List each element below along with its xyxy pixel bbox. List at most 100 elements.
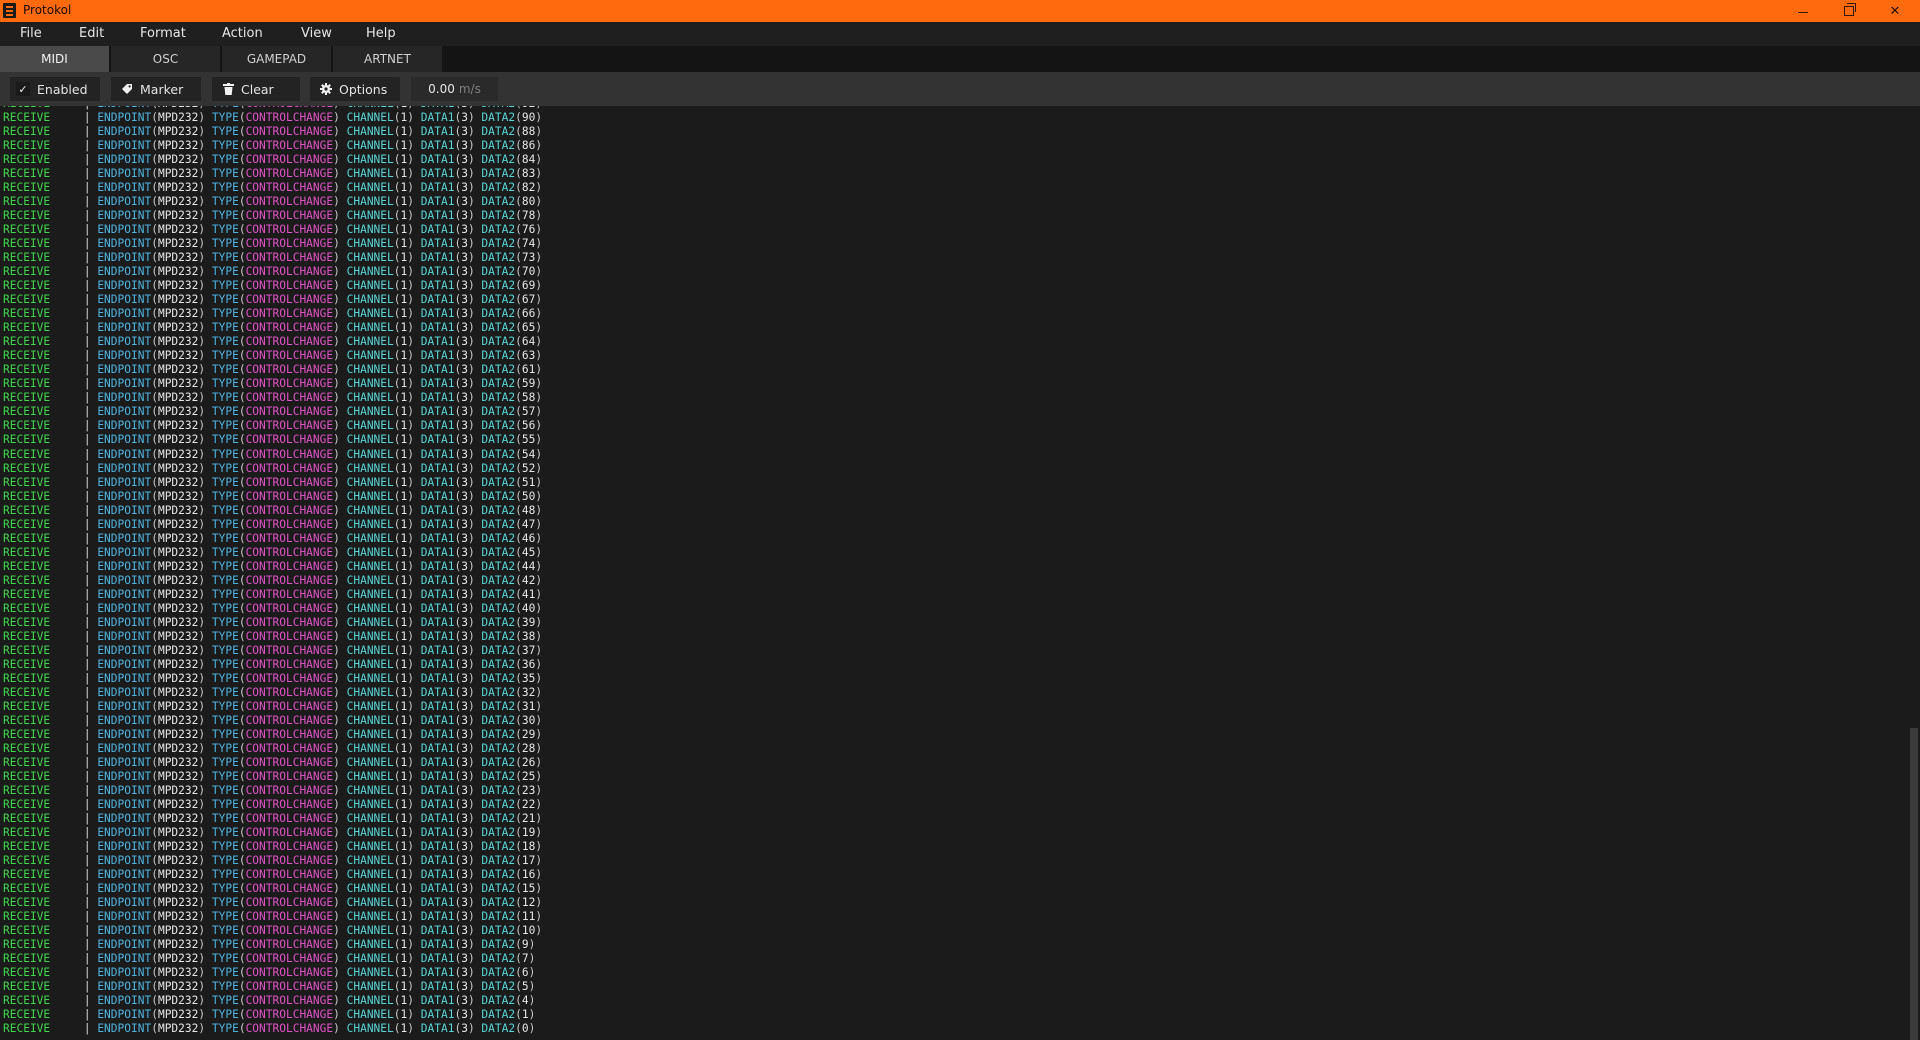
log-row[interactable]: RECEIVE | ENDPOINT(MPD232) TYPE(CONTROLC…	[3, 742, 542, 756]
log-row[interactable]: RECEIVE | ENDPOINT(MPD232) TYPE(CONTROLC…	[3, 938, 535, 952]
scrollbar-thumb[interactable]	[1910, 728, 1918, 1040]
log-row[interactable]: RECEIVE | ENDPOINT(MPD232) TYPE(CONTROLC…	[3, 714, 542, 728]
log-row[interactable]: RECEIVE | ENDPOINT(MPD232) TYPE(CONTROLC…	[3, 882, 542, 896]
log-row[interactable]: RECEIVE | ENDPOINT(MPD232) TYPE(CONTROLC…	[3, 896, 542, 910]
log-row[interactable]: RECEIVE | ENDPOINT(MPD232) TYPE(CONTROLC…	[3, 307, 542, 321]
log-row[interactable]: RECEIVE | ENDPOINT(MPD232) TYPE(CONTROLC…	[3, 728, 542, 742]
log-row[interactable]: RECEIVE | ENDPOINT(MPD232) TYPE(CONTROLC…	[3, 419, 542, 433]
log-row[interactable]: RECEIVE | ENDPOINT(MPD232) TYPE(CONTROLC…	[3, 602, 542, 616]
app-menu-icon[interactable]	[3, 3, 16, 18]
log-row[interactable]: RECEIVE | ENDPOINT(MPD232) TYPE(CONTROLC…	[3, 377, 542, 391]
message-log[interactable]: RECEIVE | ENDPOINT(MPD232) TYPE(CONTROLC…	[0, 106, 1908, 1040]
log-row[interactable]: RECEIVE | ENDPOINT(MPD232) TYPE(CONTROLC…	[3, 391, 542, 405]
log-type: CONTROLCHANGE	[245, 769, 334, 783]
log-row[interactable]: RECEIVE | ENDPOINT(MPD232) TYPE(CONTROLC…	[3, 349, 542, 363]
log-row[interactable]: RECEIVE | ENDPOINT(MPD232) TYPE(CONTROLC…	[3, 223, 542, 237]
log-row[interactable]: RECEIVE | ENDPOINT(MPD232) TYPE(CONTROLC…	[3, 1008, 535, 1022]
menu-file[interactable]: File	[20, 26, 42, 41]
menu-help[interactable]: Help	[366, 26, 396, 41]
options-button[interactable]: Options	[310, 77, 400, 101]
log-row[interactable]: RECEIVE | ENDPOINT(MPD232) TYPE(CONTROLC…	[3, 448, 542, 462]
enabled-toggle[interactable]: ✓ Enabled	[10, 77, 100, 101]
log-row[interactable]: RECEIVE | ENDPOINT(MPD232) TYPE(CONTROLC…	[3, 658, 542, 672]
log-paren: (	[515, 812, 522, 826]
menu-action[interactable]: Action	[222, 26, 263, 41]
log-row[interactable]: RECEIVE | ENDPOINT(MPD232) TYPE(CONTROLC…	[3, 826, 542, 840]
log-paren: )	[198, 868, 212, 882]
log-row[interactable]: RECEIVE | ENDPOINT(MPD232) TYPE(CONTROLC…	[3, 574, 542, 588]
log-row[interactable]: RECEIVE | ENDPOINT(MPD232) TYPE(CONTROLC…	[3, 560, 542, 574]
log-data2-key: DATA2	[481, 237, 516, 251]
log-row[interactable]: RECEIVE | ENDPOINT(MPD232) TYPE(CONTROLC…	[3, 700, 542, 714]
log-row[interactable]: RECEIVE | ENDPOINT(MPD232) TYPE(CONTROLC…	[3, 952, 535, 966]
tab-gamepad[interactable]: GAMEPAD	[222, 46, 332, 72]
log-row[interactable]: RECEIVE | ENDPOINT(MPD232) TYPE(CONTROLC…	[3, 686, 542, 700]
log-row[interactable]: RECEIVE | ENDPOINT(MPD232) TYPE(CONTROLC…	[3, 125, 542, 139]
log-row[interactable]: RECEIVE | ENDPOINT(MPD232) TYPE(CONTROLC…	[3, 588, 542, 602]
log-row[interactable]: RECEIVE | ENDPOINT(MPD232) TYPE(CONTROLC…	[3, 433, 542, 447]
log-row[interactable]: RECEIVE | ENDPOINT(MPD232) TYPE(CONTROLC…	[3, 994, 535, 1008]
log-row[interactable]: RECEIVE | ENDPOINT(MPD232) TYPE(CONTROLC…	[3, 784, 542, 798]
log-row[interactable]: RECEIVE | ENDPOINT(MPD232) TYPE(CONTROLC…	[3, 518, 542, 532]
log-paren: )	[535, 503, 543, 517]
log-row[interactable]: RECEIVE | ENDPOINT(MPD232) TYPE(CONTROLC…	[3, 840, 542, 854]
log-row[interactable]: RECEIVE | ENDPOINT(MPD232) TYPE(CONTROLC…	[3, 181, 542, 195]
log-row[interactable]: RECEIVE | ENDPOINT(MPD232) TYPE(CONTROLC…	[3, 546, 542, 560]
log-paren: )	[535, 657, 543, 671]
log-row[interactable]: RECEIVE | ENDPOINT(MPD232) TYPE(CONTROLC…	[3, 672, 542, 686]
log-row[interactable]: RECEIVE | ENDPOINT(MPD232) TYPE(CONTROLC…	[3, 616, 542, 630]
log-row[interactable]: RECEIVE | ENDPOINT(MPD232) TYPE(CONTROLC…	[3, 798, 542, 812]
log-paren: )	[535, 125, 543, 139]
close-button[interactable]: ✕	[1872, 0, 1918, 22]
log-row[interactable]: RECEIVE | ENDPOINT(MPD232) TYPE(CONTROLC…	[3, 265, 542, 279]
log-row[interactable]: RECEIVE | ENDPOINT(MPD232) TYPE(CONTROLC…	[3, 770, 542, 784]
log-paren: )	[333, 447, 347, 461]
marker-button[interactable]: Marker	[111, 77, 201, 101]
log-row[interactable]: RECEIVE | ENDPOINT(MPD232) TYPE(CONTROLC…	[3, 924, 542, 938]
title-bar[interactable]: Protokol ✕	[0, 0, 1920, 22]
log-row[interactable]: RECEIVE | ENDPOINT(MPD232) TYPE(CONTROLC…	[3, 195, 542, 209]
log-row[interactable]: RECEIVE | ENDPOINT(MPD232) TYPE(CONTROLC…	[3, 910, 542, 924]
log-scrollbar[interactable]	[1908, 106, 1920, 1040]
log-data1-key: DATA1	[420, 812, 455, 826]
menu-edit[interactable]: Edit	[79, 26, 104, 41]
clear-button[interactable]: Clear	[212, 77, 300, 101]
log-row[interactable]: RECEIVE | ENDPOINT(MPD232) TYPE(CONTROLC…	[3, 756, 542, 770]
log-endpoint: MPD232	[157, 573, 199, 587]
log-row[interactable]: RECEIVE | ENDPOINT(MPD232) TYPE(CONTROLC…	[3, 504, 542, 518]
log-row[interactable]: RECEIVE | ENDPOINT(MPD232) TYPE(CONTROLC…	[3, 476, 542, 490]
log-row[interactable]: RECEIVE | ENDPOINT(MPD232) TYPE(CONTROLC…	[3, 321, 542, 335]
log-row[interactable]: RECEIVE | ENDPOINT(MPD232) TYPE(CONTROLC…	[3, 153, 542, 167]
tab-artnet[interactable]: ARTNET	[333, 46, 443, 72]
tab-midi[interactable]: MIDI	[0, 46, 110, 72]
log-row[interactable]: RECEIVE | ENDPOINT(MPD232) TYPE(CONTROLC…	[3, 462, 542, 476]
log-row[interactable]: RECEIVE | ENDPOINT(MPD232) TYPE(CONTROLC…	[3, 490, 542, 504]
log-channel-key: CHANNEL	[346, 826, 394, 840]
log-row[interactable]: RECEIVE | ENDPOINT(MPD232) TYPE(CONTROLC…	[3, 868, 542, 882]
tab-osc[interactable]: OSC	[111, 46, 221, 72]
log-row[interactable]: RECEIVE | ENDPOINT(MPD232) TYPE(CONTROLC…	[3, 644, 542, 658]
log-row[interactable]: RECEIVE | ENDPOINT(MPD232) TYPE(CONTROLC…	[3, 293, 542, 307]
log-row[interactable]: RECEIVE | ENDPOINT(MPD232) TYPE(CONTROLC…	[3, 251, 542, 265]
log-row[interactable]: RECEIVE | ENDPOINT(MPD232) TYPE(CONTROLC…	[3, 363, 542, 377]
log-row[interactable]: RECEIVE | ENDPOINT(MPD232) TYPE(CONTROLC…	[3, 405, 542, 419]
menu-view[interactable]: View	[301, 26, 332, 41]
log-row[interactable]: RECEIVE | ENDPOINT(MPD232) TYPE(CONTROLC…	[3, 630, 542, 644]
log-row[interactable]: RECEIVE | ENDPOINT(MPD232) TYPE(CONTROLC…	[3, 1022, 535, 1036]
maximize-button[interactable]	[1826, 0, 1872, 22]
log-row[interactable]: RECEIVE | ENDPOINT(MPD232) TYPE(CONTROLC…	[3, 854, 542, 868]
log-row[interactable]: RECEIVE | ENDPOINT(MPD232) TYPE(CONTROLC…	[3, 980, 535, 994]
log-row[interactable]: RECEIVE | ENDPOINT(MPD232) TYPE(CONTROLC…	[3, 966, 535, 980]
log-row[interactable]: RECEIVE | ENDPOINT(MPD232) TYPE(CONTROLC…	[3, 237, 542, 251]
log-row[interactable]: RECEIVE | ENDPOINT(MPD232) TYPE(CONTROLC…	[3, 532, 542, 546]
log-row[interactable]: RECEIVE | ENDPOINT(MPD232) TYPE(CONTROLC…	[3, 139, 542, 153]
log-row[interactable]: RECEIVE | ENDPOINT(MPD232) TYPE(CONTROLC…	[3, 209, 542, 223]
log-row[interactable]: RECEIVE | ENDPOINT(MPD232) TYPE(CONTROLC…	[3, 335, 542, 349]
log-row[interactable]: RECEIVE | ENDPOINT(MPD232) TYPE(CONTROLC…	[3, 279, 542, 293]
log-row[interactable]: RECEIVE | ENDPOINT(MPD232) TYPE(CONTROLC…	[3, 111, 542, 125]
log-row[interactable]: RECEIVE | ENDPOINT(MPD232) TYPE(CONTROLC…	[3, 812, 542, 826]
minimize-button[interactable]	[1780, 0, 1826, 22]
log-row[interactable]: RECEIVE | ENDPOINT(MPD232) TYPE(CONTROLC…	[3, 167, 542, 181]
menu-format[interactable]: Format	[140, 26, 186, 41]
log-paren: )	[535, 251, 543, 265]
